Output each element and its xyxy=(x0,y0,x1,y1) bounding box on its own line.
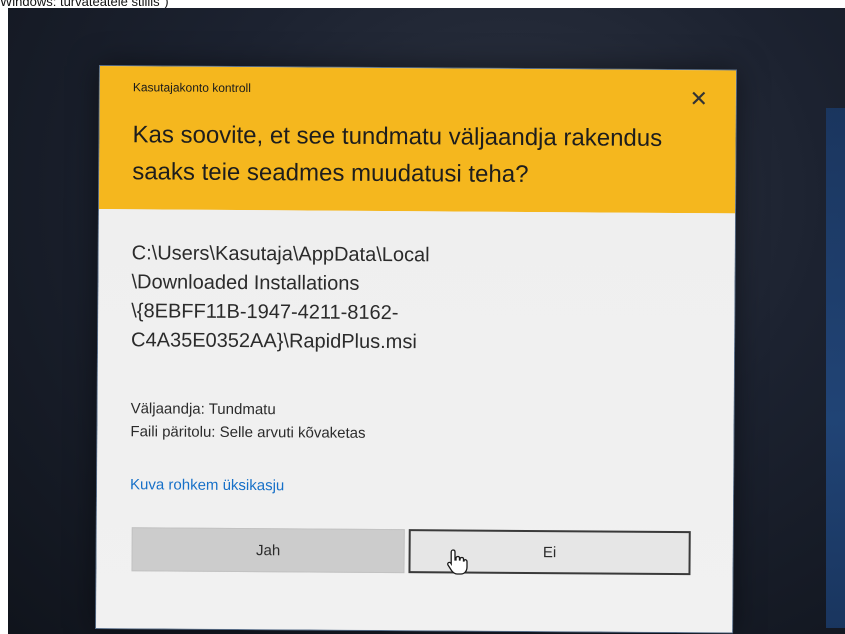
file-origin-label: Faili päritolu: Selle arvuti kõvaketas xyxy=(130,423,366,442)
program-path-line: \{8EBFF11B-1947-4211-8162- xyxy=(131,300,399,325)
yes-button[interactable]: Jah xyxy=(131,527,405,574)
program-metadata: Väljaandja: Tundmatu Faili päritolu: Sel… xyxy=(130,397,365,445)
photo-caption: Windows: turvateatele stiilis") xyxy=(0,0,169,9)
dialog-title: Kasutajakonto kontroll xyxy=(132,80,251,96)
program-path-line: C:\Users\Kasutaja\AppData\Local xyxy=(131,242,430,267)
close-button[interactable]: ✕ xyxy=(686,86,712,112)
program-path-line: \Downloaded Installations xyxy=(131,271,360,295)
close-icon: ✕ xyxy=(689,86,709,112)
dialog-body: C:\Users\Kasutaja\AppData\Local \Downloa… xyxy=(96,208,735,633)
program-path-line: C4A35E0352AA}\RapidPlus.msi xyxy=(131,329,417,354)
dialog-headline: Kas soovite, et see tundmatu väljaandja … xyxy=(132,121,663,188)
publisher-label: Väljaandja: Tundmatu xyxy=(130,400,276,419)
desktop-background-pane xyxy=(826,108,845,628)
dialog-header: Kasutajakonto kontroll ✕ Kas soovite, et… xyxy=(99,66,736,214)
uac-dialog: Kasutajakonto kontroll ✕ Kas soovite, et… xyxy=(96,66,736,633)
show-more-details-link[interactable]: Kuva rohkem üksikasju xyxy=(130,476,284,494)
program-path: C:\Users\Kasutaja\AppData\Local \Downloa… xyxy=(131,239,692,359)
hand-pointer-icon xyxy=(447,549,468,575)
